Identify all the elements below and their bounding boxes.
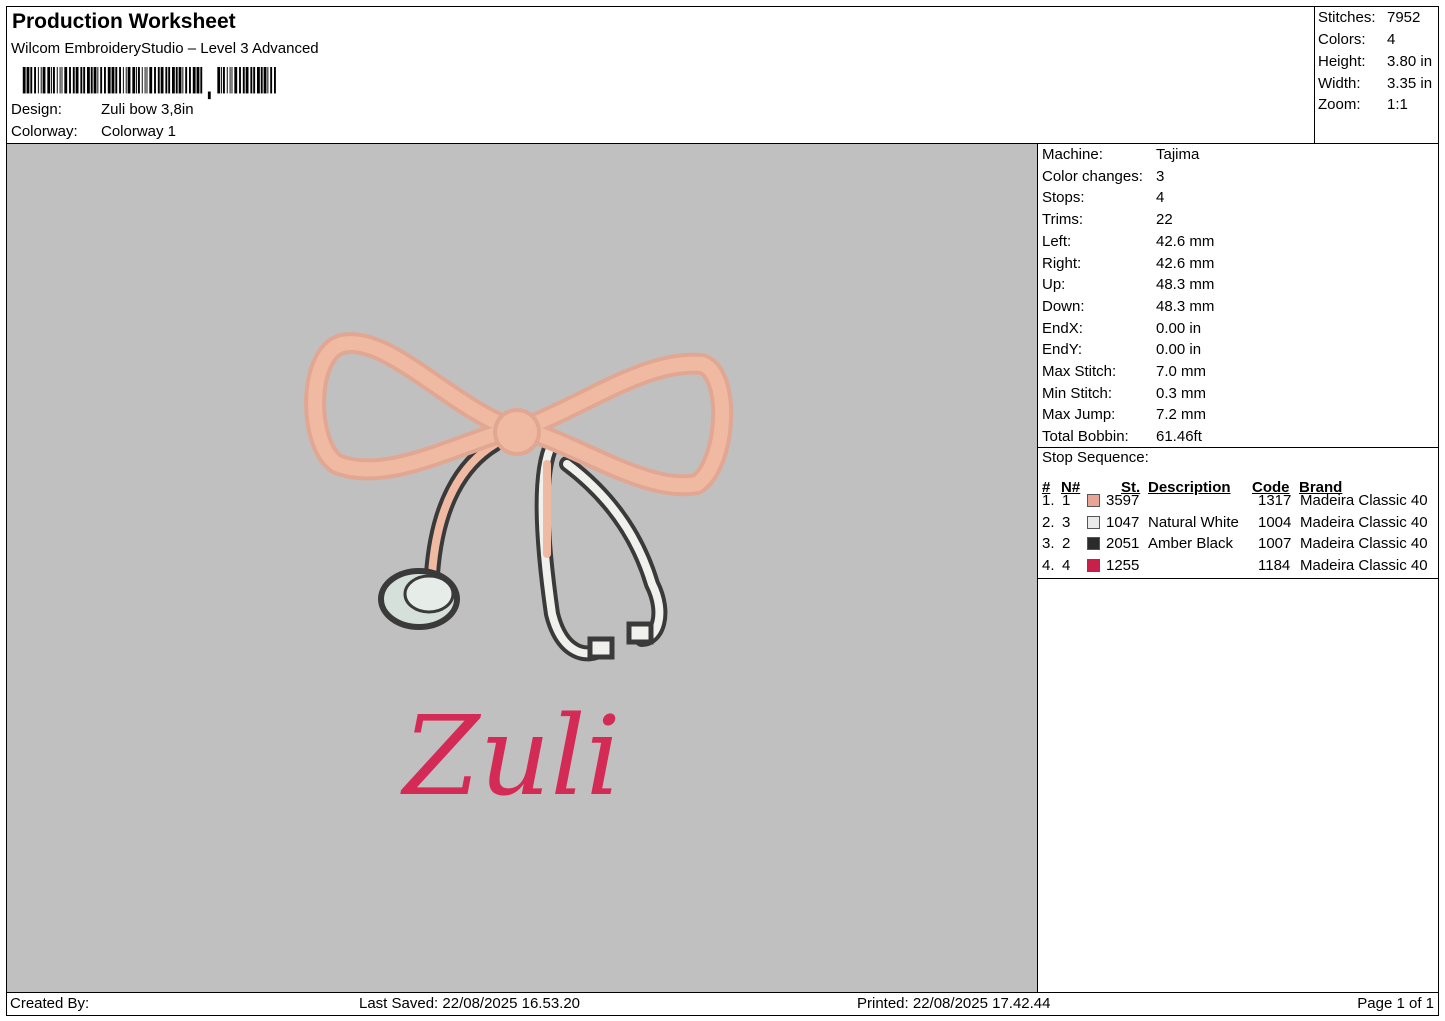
colorway-label: Colorway: <box>11 123 78 140</box>
barcode <box>22 67 276 100</box>
worksheet-header: Production Worksheet Wilcom EmbroiderySt… <box>6 6 1315 144</box>
info-value: 42.6 mm <box>1156 232 1215 250</box>
stop-index: 4. <box>1042 557 1055 575</box>
info-value: 4 <box>1156 189 1165 207</box>
stop-brand: Madeira Classic 40 <box>1300 535 1428 553</box>
info-label: Total Bobbin: <box>1042 428 1129 446</box>
page-title: Production Worksheet <box>12 10 236 33</box>
width-value: 3.35 in <box>1387 75 1433 92</box>
info-value: 7.0 mm <box>1156 363 1207 380</box>
page-number: Page 1 of 1 <box>1357 995 1434 1012</box>
info-label: Max Stitch: <box>1042 363 1117 380</box>
color-swatch <box>1087 515 1100 529</box>
info-label: Right: <box>1042 254 1082 272</box>
colorway-row: Colorway: Colorway 1 <box>11 123 176 140</box>
worksheet-footer: Created By: Last Saved: 22/08/2025 16.53… <box>6 992 1439 1016</box>
info-label: Max Jump: <box>1042 406 1116 424</box>
stitches-value: 7952 <box>1387 9 1421 26</box>
info-value: 3 <box>1156 167 1165 185</box>
software-name: Wilcom EmbroideryStudio – Level 3 Advanc… <box>11 40 319 57</box>
zoom-value: 1:1 <box>1387 96 1408 113</box>
color-swatch <box>1087 537 1100 551</box>
design-row: Design: Zuli bow 3,8in <box>11 101 194 118</box>
info-label: Up: <box>1042 276 1066 294</box>
info-value: 61.46ft <box>1156 428 1202 446</box>
section-divider <box>1038 578 1438 579</box>
colors-value: 4 <box>1387 31 1396 48</box>
info-value: 0.00 in <box>1156 319 1202 337</box>
bow-graphic <box>304 332 734 497</box>
stop-brand: Madeira Classic 40 <box>1300 492 1428 509</box>
width-label: Width: <box>1318 75 1361 92</box>
last-saved: Last Saved: 22/08/2025 16.53.20 <box>359 995 581 1012</box>
stop-sequence-title: Stop Sequence: <box>1042 449 1149 466</box>
stop-index: 1. <box>1042 492 1055 509</box>
info-value: 42.6 mm <box>1156 254 1215 272</box>
printed-date: Printed: 22/08/2025 17.42.44 <box>857 995 1051 1012</box>
design-summary: Stitches: 7952 Colors: 4 Height: 3.80 in… <box>1314 6 1439 144</box>
info-label: Down: <box>1042 297 1085 315</box>
stop-row: 2. 3 1047 Natural White 1004 Madeira Classic … <box>1038 512 1438 534</box>
info-value: 7.2 mm <box>1156 406 1207 424</box>
height-label: Height: <box>1318 53 1366 70</box>
info-value: 48.3 mm <box>1156 297 1215 315</box>
info-value: 0.00 in <box>1156 341 1202 359</box>
stop-brand: Madeira Classic 40 <box>1300 557 1428 575</box>
info-label: EndY: <box>1042 341 1083 359</box>
color-swatch <box>1087 559 1100 573</box>
design-preview: Zuli <box>6 143 1038 993</box>
design-label: Design: <box>11 101 62 118</box>
info-label: Machine: <box>1042 146 1103 163</box>
colorway-value: Colorway 1 <box>101 123 177 140</box>
stop-stitches: 2051 <box>1106 535 1140 553</box>
stop-needle: 1 <box>1062 492 1071 509</box>
stop-row: 4. 4 1255 1184 Madeira Classic 40 <box>1038 555 1438 577</box>
stop-code: 1184 <box>1258 557 1291 575</box>
info-label: Stops: <box>1042 189 1085 207</box>
stop-code: 1007 <box>1258 535 1292 553</box>
stop-row: 1. 1 3597 1317 Madeira Classic 40 <box>1038 490 1438 512</box>
info-value: 22 <box>1156 211 1173 229</box>
info-label: Trims: <box>1042 211 1084 229</box>
info-label: EndX: <box>1042 319 1083 337</box>
stop-description: Natural White <box>1148 513 1239 531</box>
stop-description: Amber Black <box>1148 535 1234 553</box>
zoom-label: Zoom: <box>1318 96 1361 113</box>
height-value: 3.80 in <box>1387 53 1433 70</box>
stop-stitches: 3597 <box>1106 492 1140 509</box>
stop-needle: 4 <box>1062 557 1071 575</box>
section-divider <box>1038 447 1438 448</box>
stop-brand: Madeira Classic 40 <box>1300 513 1428 531</box>
info-label: Left: <box>1042 232 1072 250</box>
stop-needle: 3 <box>1062 513 1071 531</box>
stop-code: 1317 <box>1258 492 1292 509</box>
embroidery-artwork: Zuli <box>304 332 734 820</box>
info-label: Color changes: <box>1042 167 1143 185</box>
info-value: Tajima <box>1156 146 1200 163</box>
stitches-label: Stitches: <box>1318 9 1376 26</box>
stop-index: 3. <box>1042 535 1055 553</box>
stop-needle: 2 <box>1062 535 1071 553</box>
info-value: 0.3 mm <box>1156 384 1207 402</box>
embroidered-name-text: Zuli <box>400 692 621 820</box>
machine-info-panel: Machine: Tajima Color changes: 3 Stops: 4 Trim… <box>1037 143 1439 993</box>
color-swatch <box>1087 494 1100 507</box>
info-value: 48.3 mm <box>1156 276 1215 294</box>
stop-stitches: 1047 <box>1106 513 1140 531</box>
stop-index: 2. <box>1042 513 1055 531</box>
created-by: Created By: <box>10 995 90 1012</box>
info-label: Min Stitch: <box>1042 384 1113 402</box>
stop-code: 1004 <box>1258 513 1292 531</box>
design-value: Zuli bow 3,8in <box>101 101 194 118</box>
stop-stitches: 1255 <box>1106 557 1140 575</box>
stop-row: 3. 2 2051 Amber Black 1007 Madeira Classic 40 <box>1038 533 1438 555</box>
colors-label: Colors: <box>1318 31 1366 48</box>
